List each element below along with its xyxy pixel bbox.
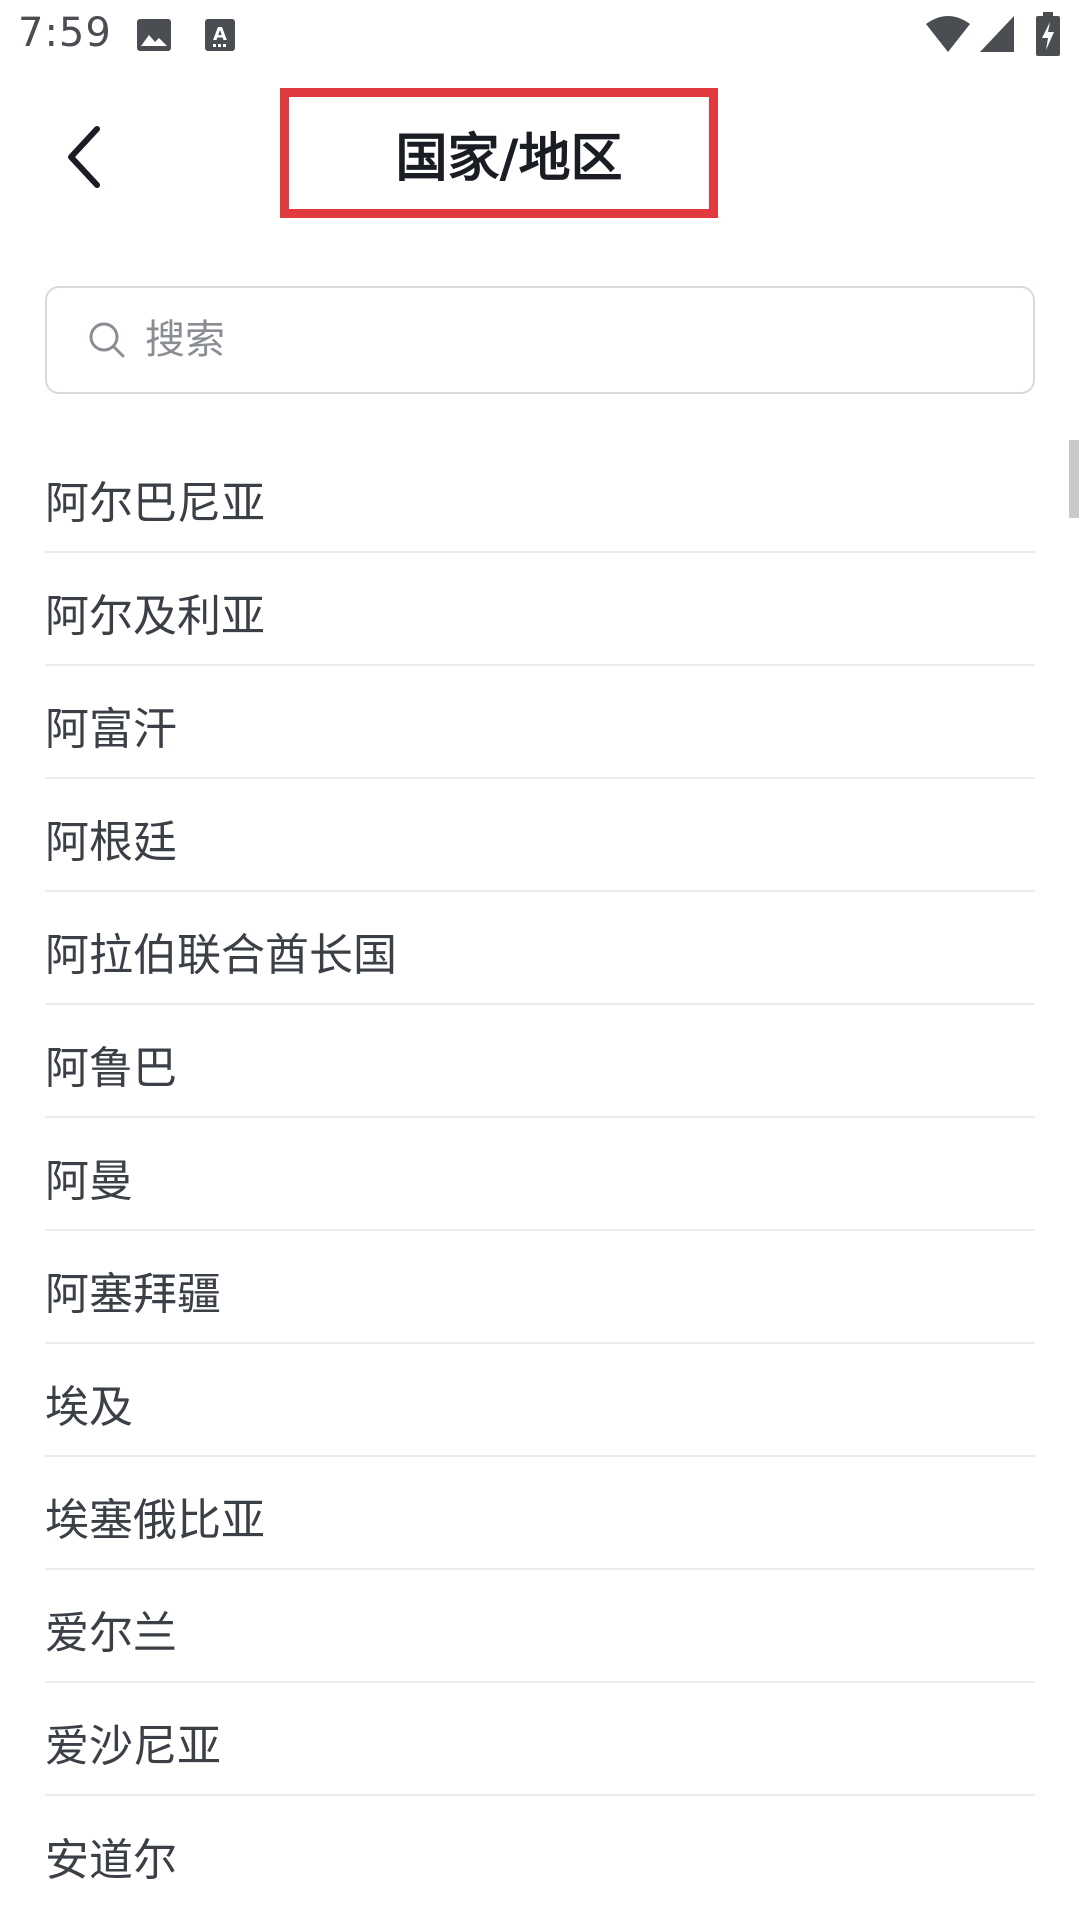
list-item[interactable]: 爱尔兰	[45, 1570, 1035, 1683]
list-item[interactable]: 埃塞俄比亚	[45, 1457, 1035, 1570]
list-item[interactable]: 安道尔	[45, 1796, 1035, 1909]
title-highlight-box: 国家/地区	[280, 88, 718, 218]
list-item-label: 阿尔及利亚	[45, 590, 265, 642]
list-item[interactable]: 爱沙尼亚	[45, 1683, 1035, 1796]
list-item-label: 阿塞拜疆	[45, 1268, 221, 1320]
list-item-label: 阿尔巴尼亚	[45, 477, 265, 529]
search-box[interactable]	[45, 286, 1035, 394]
svg-text:A: A	[213, 24, 227, 45]
header: 国家/地区	[0, 74, 1080, 244]
list-item-label: 爱尔兰	[45, 1607, 177, 1659]
list-item[interactable]: 阿拉伯联合酋长国	[45, 892, 1035, 1005]
search-icon	[85, 318, 129, 362]
status-time: 7:59	[18, 10, 112, 56]
list-item-label: 埃及	[45, 1381, 133, 1433]
wifi-icon	[924, 14, 972, 58]
list-item-label: 阿鲁巴	[45, 1042, 177, 1094]
list-item[interactable]: 阿根廷	[45, 779, 1035, 892]
list-item-label: 爱沙尼亚	[45, 1720, 221, 1772]
status-bar: 7:59 A	[0, 0, 1080, 74]
list-item[interactable]: 阿富汗	[45, 666, 1035, 779]
cellular-signal-icon	[980, 16, 1014, 56]
list-item-label: 阿拉伯联合酋长国	[45, 929, 397, 981]
list-item-label: 阿根廷	[45, 816, 177, 868]
list-item-label: 阿富汗	[45, 703, 177, 755]
list-item-label: 安道尔	[45, 1834, 177, 1886]
list-item-label: 阿曼	[45, 1155, 133, 1207]
list-item[interactable]: 埃及	[45, 1344, 1035, 1457]
page-title: 国家/地区	[395, 128, 623, 189]
search-input[interactable]	[143, 316, 967, 364]
list-item[interactable]: 阿塞拜疆	[45, 1231, 1035, 1344]
scrollbar[interactable]	[1069, 440, 1079, 518]
image-icon	[136, 18, 172, 56]
text-a-icon: A	[204, 18, 236, 56]
chevron-left-icon	[65, 125, 105, 193]
list-item-label: 埃塞俄比亚	[45, 1494, 265, 1546]
list-item[interactable]: 阿曼	[45, 1118, 1035, 1231]
battery-charging-icon	[1036, 12, 1060, 60]
list-item[interactable]: 阿鲁巴	[45, 1005, 1035, 1118]
country-list: 阿尔巴尼亚 阿尔及利亚 阿富汗 阿根廷 阿拉伯联合酋长国 阿鲁巴 阿曼 阿塞拜疆…	[45, 440, 1035, 1909]
list-item[interactable]: 阿尔及利亚	[45, 553, 1035, 666]
list-item[interactable]: 阿尔巴尼亚	[45, 440, 1035, 553]
back-button[interactable]	[50, 124, 120, 194]
